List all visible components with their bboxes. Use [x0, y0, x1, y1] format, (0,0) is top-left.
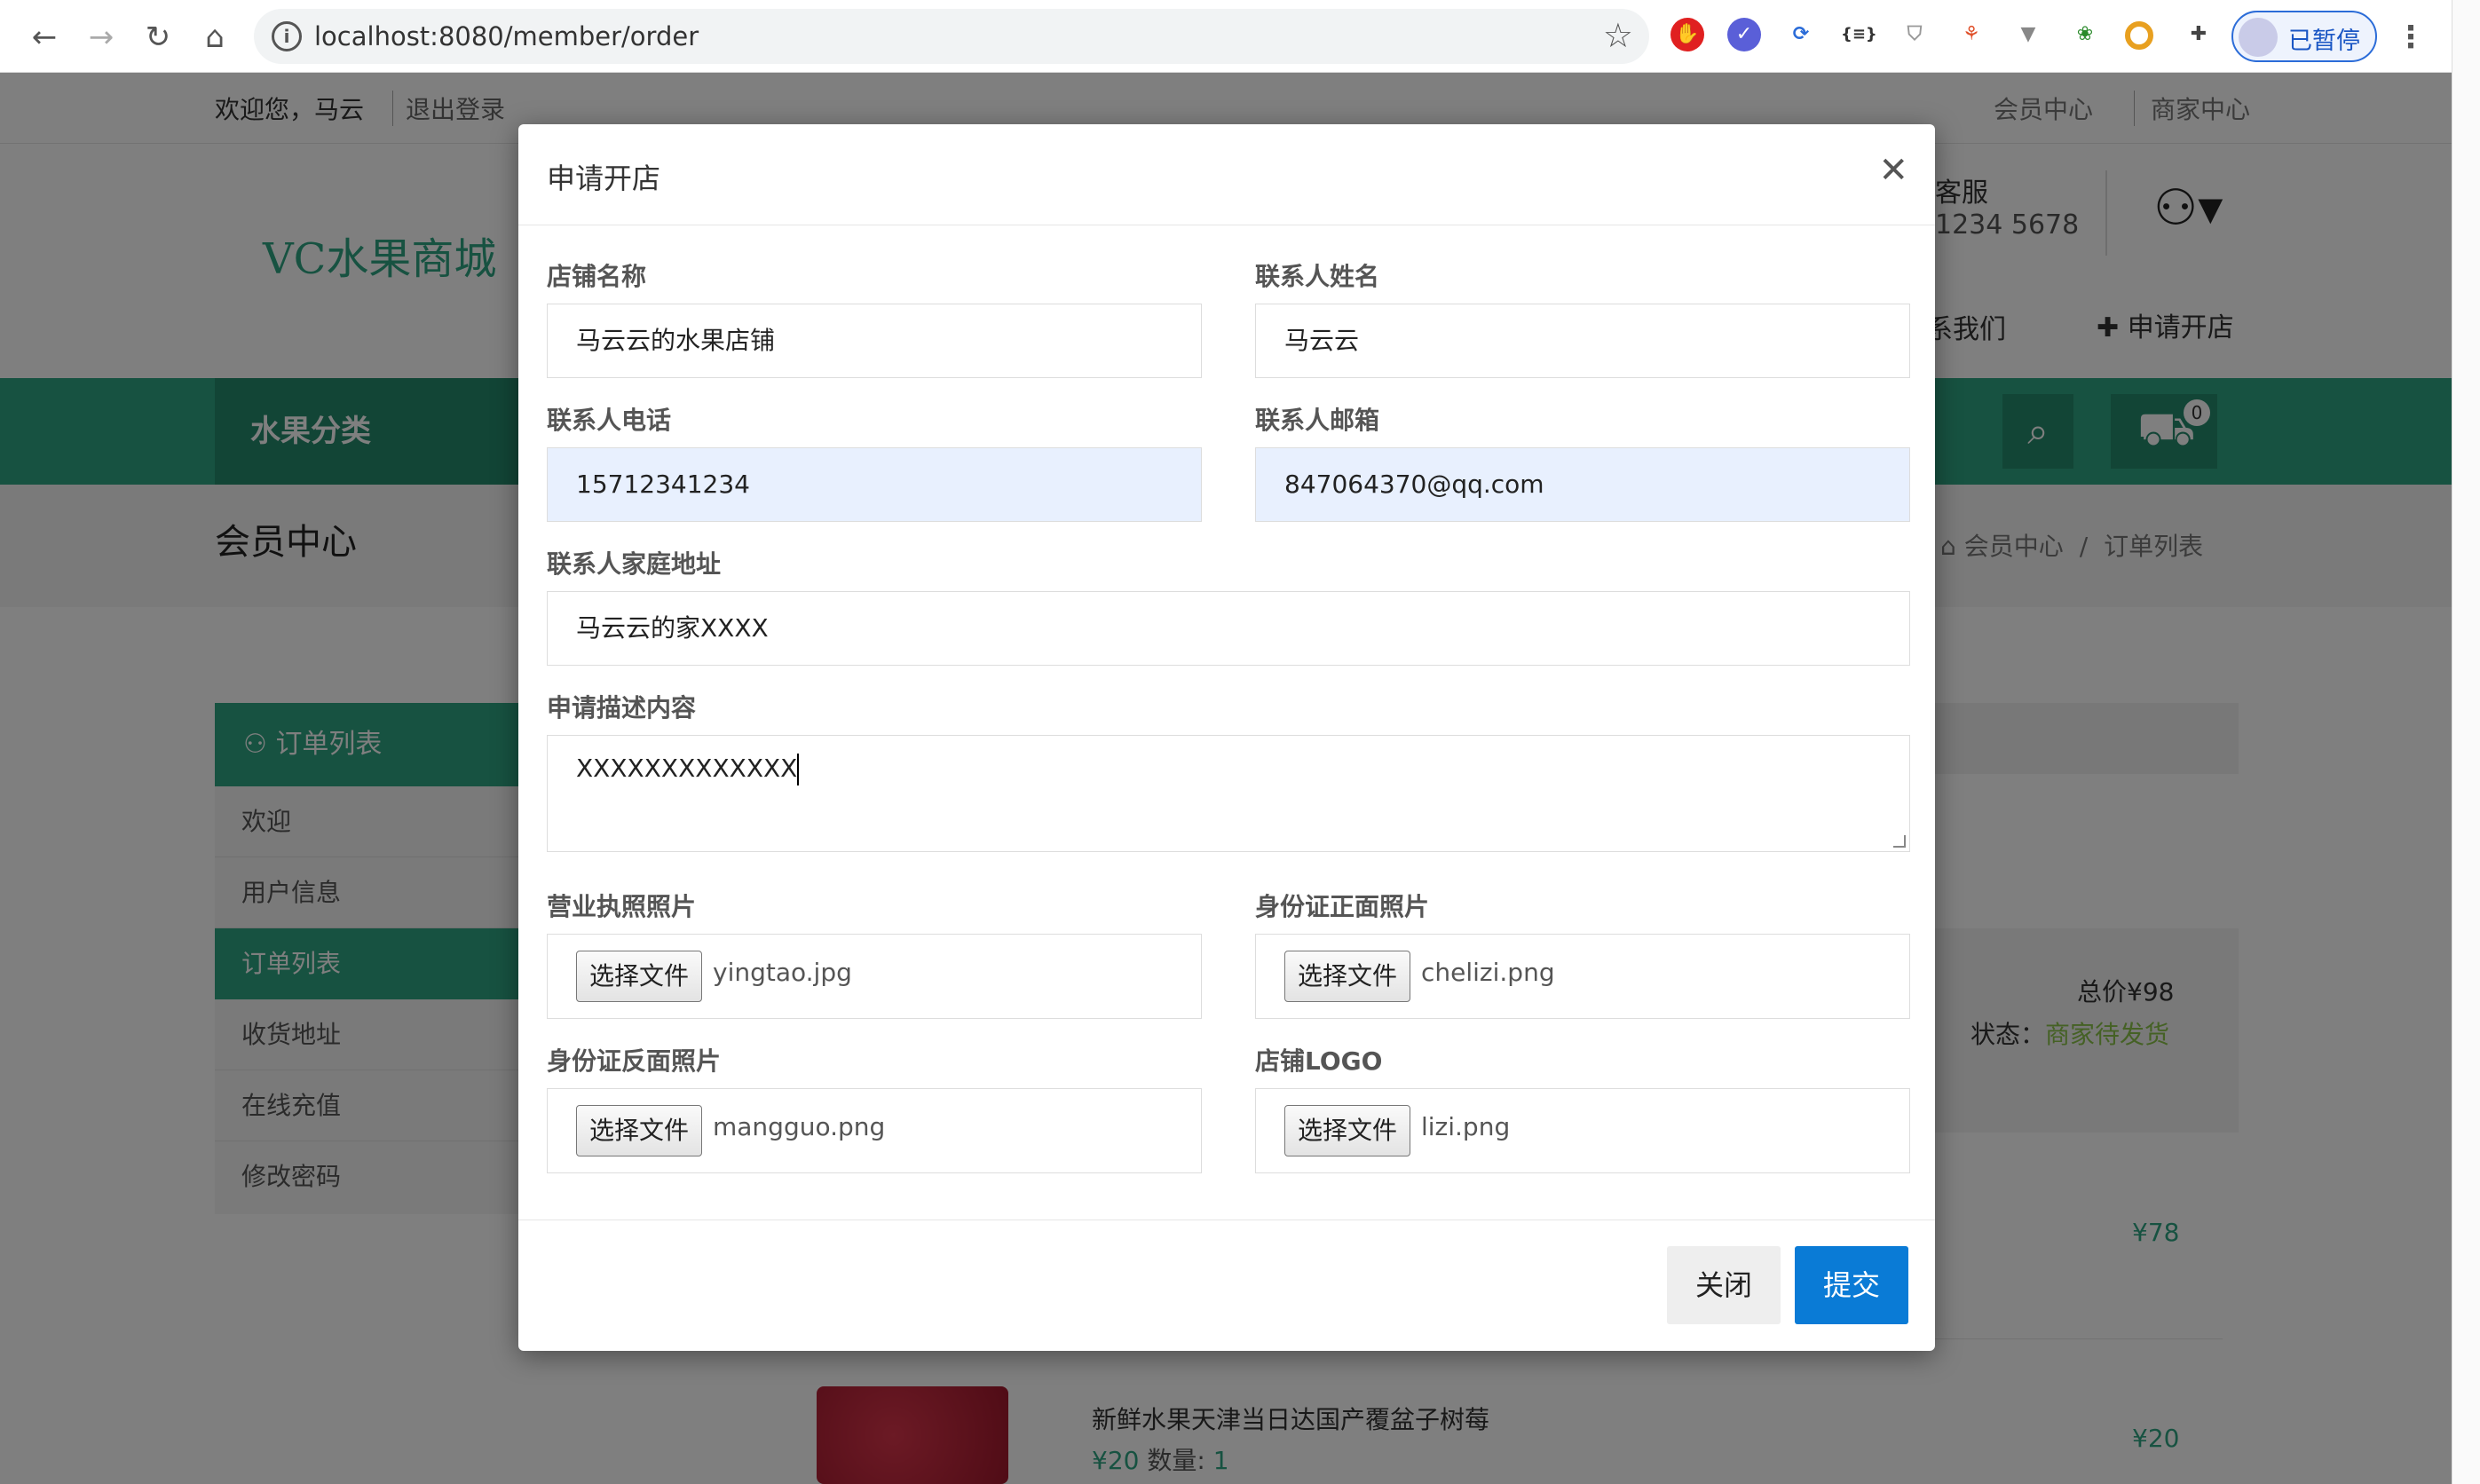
close-icon[interactable]: ✕: [1878, 153, 1908, 188]
contact-name-label: 联系人姓名: [1255, 262, 1380, 291]
id-front-file-name: chelizi.png: [1421, 958, 1555, 987]
avatar: [2239, 18, 2278, 57]
address-input[interactable]: 马云云的家XXXX: [547, 591, 1910, 666]
chrome-extension-icon[interactable]: [2125, 21, 2153, 50]
id-front-choose-file-button[interactable]: 选择文件: [1284, 951, 1411, 1002]
browser-toolbar: ← → ↻ ⌂ i localhost:8080/member/order ☆ …: [0, 0, 2452, 73]
leaf-extension-icon[interactable]: ❀: [2068, 18, 2102, 51]
email-input[interactable]: 847064370@qq.com: [1255, 447, 1910, 522]
shield-extension-icon[interactable]: ⛉: [1898, 18, 1931, 51]
description-textarea[interactable]: XXXXXXXXXXXXX: [547, 735, 1910, 852]
json-extension-icon[interactable]: {≡}: [1841, 18, 1877, 51]
license-file-field: 选择文件 yingtao.jpg: [547, 934, 1202, 1019]
side-panel-strip: [2452, 0, 2480, 1484]
back-icon[interactable]: ←: [25, 18, 64, 57]
phone-input[interactable]: 15712341234: [547, 447, 1202, 522]
text-caret: [797, 754, 800, 785]
tree-extension-icon[interactable]: ⚘: [1955, 18, 1988, 51]
description-text: XXXXXXXXXXXXX: [576, 754, 798, 783]
resize-handle[interactable]: [1893, 835, 1906, 848]
license-file-name: yingtao.jpg: [713, 958, 852, 987]
profile-button[interactable]: 已暂停: [2231, 11, 2377, 62]
email-label: 联系人邮箱: [1255, 406, 1380, 435]
vue-extension-icon[interactable]: ▼: [2011, 18, 2045, 51]
phone-label: 联系人电话: [547, 406, 672, 435]
id-back-file-name: mangguo.png: [713, 1112, 886, 1141]
reload-icon[interactable]: ↻: [138, 18, 178, 57]
description-label: 申请描述内容: [547, 693, 697, 722]
license-choose-file-button[interactable]: 选择文件: [576, 951, 703, 1002]
site-info-icon[interactable]: i: [272, 21, 302, 51]
close-button[interactable]: 关闭: [1667, 1246, 1781, 1324]
extensions-puzzle-icon[interactable]: ✚: [2182, 18, 2215, 51]
shop-logo-file-name: lizi.png: [1421, 1112, 1511, 1141]
modal-header: 申请开店 ✕: [518, 124, 1935, 225]
check-extension-icon[interactable]: ✓: [1727, 18, 1761, 51]
bookmark-star-icon[interactable]: ☆: [1603, 16, 1633, 55]
url-text: localhost:8080/member/order: [314, 21, 699, 51]
contact-name-input[interactable]: 马云云: [1255, 304, 1910, 378]
apply-shop-modal: 申请开店 ✕ 店铺名称 马云云的水果店铺 联系人姓名 马云云 联系人电话 157…: [518, 124, 1935, 1351]
modal-title: 申请开店: [547, 162, 661, 195]
shop-name-label: 店铺名称: [547, 262, 647, 291]
id-front-label: 身份证正面照片: [1255, 892, 1430, 921]
id-back-label: 身份证反面照片: [547, 1046, 722, 1076]
shop-name-input[interactable]: 马云云的水果店铺: [547, 304, 1202, 378]
address-label: 联系人家庭地址: [547, 549, 722, 579]
id-back-choose-file-button[interactable]: 选择文件: [576, 1105, 703, 1156]
profile-label: 已暂停: [2288, 28, 2360, 55]
address-bar[interactable]: i localhost:8080/member/order ☆: [254, 9, 1649, 64]
license-label: 营业执照照片: [547, 892, 697, 921]
submit-button[interactable]: 提交: [1795, 1246, 1908, 1324]
shop-logo-choose-file-button[interactable]: 选择文件: [1284, 1105, 1411, 1156]
id-back-file-field: 选择文件 mangguo.png: [547, 1088, 1202, 1173]
adblock-extension-icon[interactable]: ✋: [1670, 18, 1704, 51]
translate-extension-icon[interactable]: ⟳: [1784, 18, 1818, 51]
home-icon[interactable]: ⌂: [195, 18, 234, 57]
shop-logo-file-field: 选择文件 lizi.png: [1255, 1088, 1910, 1173]
menu-icon[interactable]: ⋮: [2391, 18, 2430, 57]
forward-icon[interactable]: →: [82, 18, 121, 57]
shop-logo-label: 店铺LOGO: [1255, 1046, 1383, 1076]
id-front-file-field: 选择文件 chelizi.png: [1255, 934, 1910, 1019]
